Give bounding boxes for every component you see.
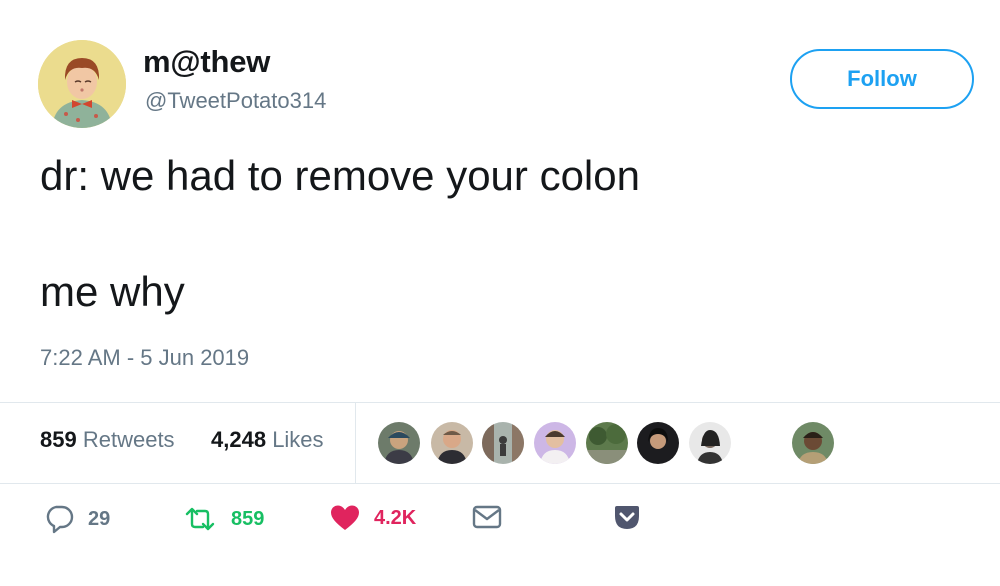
liker-avatar[interactable] bbox=[377, 421, 421, 465]
likes-stat[interactable]: 4,248 Likes bbox=[211, 427, 324, 453]
follow-button[interactable]: Follow bbox=[790, 49, 974, 109]
display-name[interactable]: m@thew bbox=[143, 44, 270, 80]
liker-photo bbox=[431, 422, 473, 464]
liker-photo bbox=[534, 422, 576, 464]
liker-photo bbox=[637, 422, 679, 464]
divider bbox=[0, 483, 1000, 484]
liker-avatar[interactable] bbox=[533, 421, 577, 465]
avatar-illustration bbox=[38, 40, 126, 128]
liker-avatar[interactable] bbox=[585, 421, 629, 465]
heart-icon bbox=[331, 505, 359, 530]
pocket-icon bbox=[615, 506, 639, 529]
retweet-count: 859 bbox=[231, 507, 265, 530]
tweet-timestamp[interactable]: 7:22 AM - 5 Jun 2019 bbox=[40, 345, 249, 371]
liker-photo bbox=[482, 422, 524, 464]
envelope-icon bbox=[472, 505, 502, 529]
profile-avatar[interactable] bbox=[38, 40, 126, 128]
liker-avatar[interactable] bbox=[481, 421, 525, 465]
direct-message-button[interactable] bbox=[472, 504, 502, 530]
tweet-text-line-2: me why bbox=[40, 268, 185, 315]
retweet-button[interactable]: 859 bbox=[183, 504, 264, 534]
retweets-label: Retweets bbox=[82, 427, 175, 452]
liker-avatar[interactable] bbox=[636, 421, 680, 465]
liker-avatar[interactable] bbox=[791, 421, 835, 465]
retweets-stat[interactable]: 859 Retweets bbox=[40, 427, 175, 453]
stats-divider bbox=[355, 402, 356, 483]
liker-photo bbox=[378, 422, 420, 464]
tweet-text-line-1: dr: we had to remove your colon bbox=[40, 152, 640, 199]
liker-photo bbox=[689, 422, 731, 464]
reply-icon bbox=[46, 505, 74, 534]
liker-photo bbox=[792, 422, 834, 464]
retweets-count: 859 bbox=[40, 427, 77, 452]
reply-count: 29 bbox=[88, 507, 111, 530]
retweet-icon bbox=[185, 507, 215, 531]
likes-label: Likes bbox=[272, 427, 324, 452]
likes-count: 4,248 bbox=[211, 427, 267, 452]
user-handle[interactable]: @TweetPotato314 bbox=[145, 88, 326, 114]
like-button[interactable]: 4.2K bbox=[330, 504, 416, 532]
liker-photo bbox=[586, 422, 628, 464]
divider bbox=[0, 402, 1000, 403]
reply-button[interactable]: 29 bbox=[44, 504, 110, 534]
liker-avatar[interactable] bbox=[688, 421, 732, 465]
liker-avatar[interactable] bbox=[430, 421, 474, 465]
save-to-pocket-button[interactable] bbox=[612, 504, 642, 532]
like-count: 4.2K bbox=[374, 506, 417, 529]
